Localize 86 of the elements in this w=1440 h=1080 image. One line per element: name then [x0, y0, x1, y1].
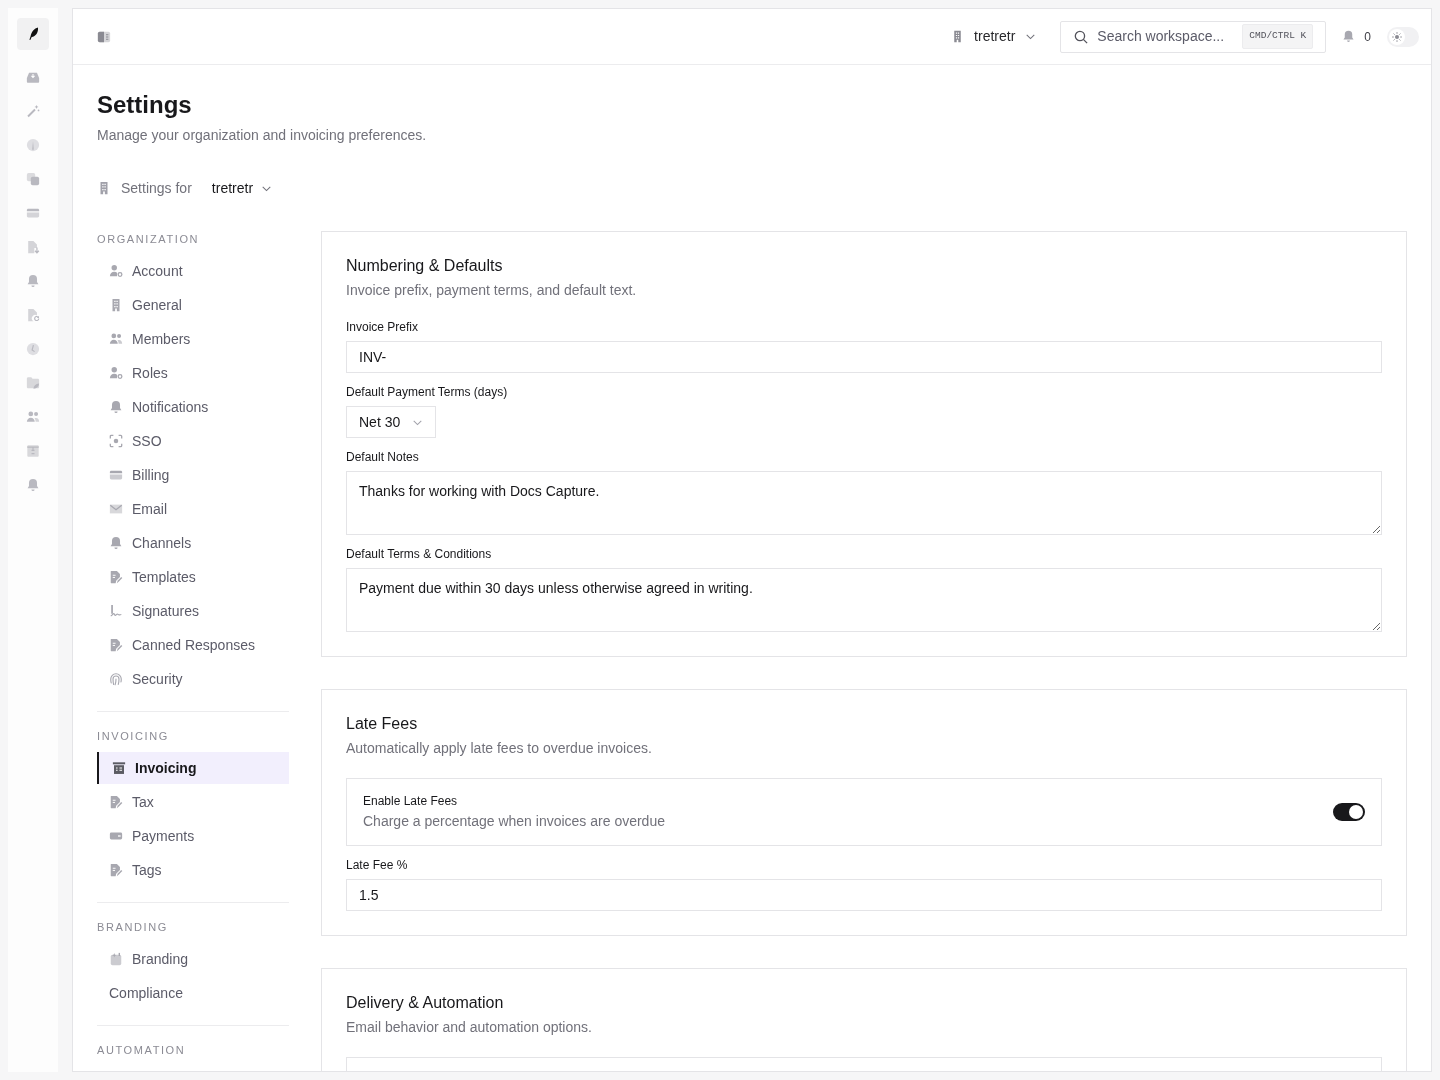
toggle-switch[interactable] — [1333, 803, 1365, 821]
feather-logo-icon[interactable] — [17, 18, 49, 50]
page-subtitle: Manage your organization and invoicing preferences. — [97, 126, 428, 145]
textarea-field[interactable]: Payment due within 30 days unless otherwise agreed in writing. — [346, 568, 1382, 632]
section-title: Numbering & Defaults — [346, 256, 504, 276]
bell-icon — [1342, 30, 1356, 43]
document-pen-icon — [109, 570, 123, 584]
section-title: Late Fees — [346, 714, 419, 734]
section-title: Delivery & Automation — [346, 993, 505, 1013]
field-label: Default Payment Terms (days) — [346, 385, 509, 400]
sidebar-item[interactable]: Branding — [97, 943, 289, 975]
clock-icon[interactable] — [26, 342, 40, 356]
sidebar-item[interactable]: Compliance — [97, 977, 289, 1009]
bell-icon[interactable] — [26, 274, 40, 288]
gauge-icon[interactable] — [26, 138, 40, 152]
register-icon — [112, 761, 126, 775]
section-description: Email behavior and automation options. — [346, 1018, 593, 1037]
notifications-button[interactable]: 0 — [1342, 27, 1371, 46]
users-icon — [109, 332, 123, 346]
sidebar-item[interactable]: Notifications — [97, 391, 289, 423]
sidebar-item[interactable]: Email — [97, 493, 289, 525]
magic-wand-icon[interactable] — [26, 104, 40, 118]
workspace-switcher[interactable]: tretretr — [949, 22, 1039, 51]
section-description: Invoice prefix, payment terms, and default text. — [346, 281, 638, 300]
sidebar-item[interactable]: Templates — [97, 561, 289, 593]
document-pen-icon — [109, 863, 123, 877]
document-refresh-icon[interactable] — [26, 308, 40, 322]
sidebar-item[interactable]: General — [97, 289, 289, 321]
sidebar-item[interactable]: Tags — [97, 854, 289, 886]
nav-section-heading: BRANDING — [97, 920, 169, 935]
document-download-icon[interactable] — [26, 240, 40, 254]
sidebar-item[interactable]: Account — [97, 255, 289, 287]
nav-section-heading: ORGANIZATION — [97, 232, 201, 247]
field-label: Invoice Prefix — [346, 320, 420, 335]
organization-select[interactable]: tretretr — [211, 177, 273, 199]
section-description: Automatically apply late fees to overdue invoices. — [346, 739, 653, 758]
envelope-icon — [109, 502, 123, 516]
theme-switch[interactable] — [1387, 26, 1419, 47]
nav-section-heading: INVOICING — [97, 729, 170, 744]
search-input[interactable]: Search workspace... — [1097, 26, 1234, 47]
search-icon — [1074, 29, 1089, 44]
sidebar-toggle-icon[interactable] — [97, 29, 111, 44]
input-field[interactable]: INV- — [346, 341, 1382, 373]
setting-description: Charge a percentage when invoices are overdue — [363, 812, 665, 831]
bell-icon[interactable] — [26, 478, 40, 492]
sidebar-item[interactable]: Members — [97, 323, 289, 355]
sidebar-item[interactable]: Billing — [97, 459, 289, 491]
document-pen-icon — [109, 638, 123, 652]
sparkle-box-icon — [109, 952, 123, 966]
input-field[interactable]: 1.5 — [346, 879, 1382, 911]
copy-icon[interactable] — [26, 172, 40, 186]
sidebar-item[interactable]: Channels — [97, 527, 289, 559]
field-label: Default Notes — [346, 450, 420, 465]
search-field[interactable]: Search workspace... CMD/CTRL K — [1060, 20, 1327, 53]
sidebar-item[interactable]: Roles — [97, 357, 289, 389]
dropdown[interactable]: Net 30 — [346, 406, 437, 438]
folder-leaf-icon[interactable] — [26, 376, 40, 390]
inbox-icon[interactable] — [26, 70, 40, 84]
sidebar-item[interactable]: Tax — [97, 786, 289, 818]
sidebar-item[interactable]: Security — [97, 663, 289, 695]
archive-box-icon[interactable] — [26, 444, 40, 458]
settings-for-label: Settings for — [121, 178, 192, 198]
fingerprint-icon — [109, 672, 123, 686]
textarea-field[interactable]: Thanks for working with Docs Capture. — [346, 471, 1382, 535]
bell-icon — [109, 536, 123, 550]
setting-label: Enable Late Fees — [363, 793, 459, 809]
user-gear-icon — [109, 366, 123, 380]
credit-card-icon — [109, 468, 123, 482]
shortcut-hint: CMD/CTRL K — [1242, 24, 1314, 49]
page-title: Settings — [97, 90, 193, 120]
sidebar-item[interactable]: Payments — [97, 820, 289, 852]
signature-icon — [109, 604, 123, 618]
sidebar-item[interactable]: Canned Responses — [97, 629, 289, 661]
sidebar-item[interactable]: Invoicing — [97, 752, 289, 784]
user-gear-icon — [109, 264, 123, 278]
sun-icon — [1389, 28, 1405, 45]
credit-card-icon[interactable] — [26, 206, 40, 220]
field-label: Late Fee % — [346, 858, 409, 873]
document-pen-icon — [109, 795, 123, 809]
nav-section-heading: AUTOMATION — [97, 1043, 187, 1058]
users-icon[interactable] — [26, 410, 40, 424]
sidebar-item[interactable]: SSO — [97, 425, 289, 457]
field-label: Default Terms & Conditions — [346, 547, 493, 562]
sidebar-item[interactable]: Signatures — [97, 595, 289, 627]
focus-icon — [109, 434, 123, 448]
bell-icon — [109, 400, 123, 414]
